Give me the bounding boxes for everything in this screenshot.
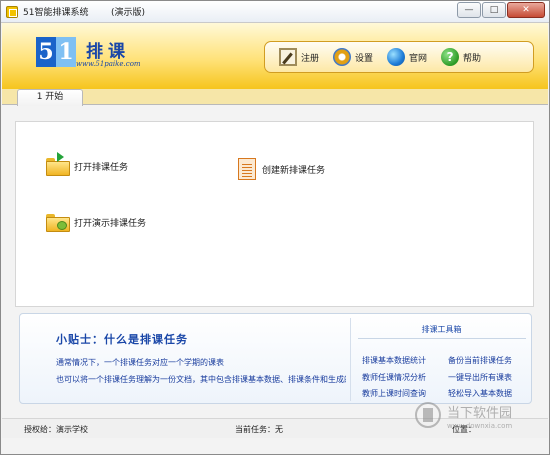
question-icon: ? [441, 48, 460, 66]
tab-start[interactable]: 1 开始 [17, 89, 83, 106]
app-header: 5 1 排课 www.51paike.com 注册 设置 官网 ? 帮助 [2, 23, 548, 89]
tool-link-teacher-analysis[interactable]: 教师任课情况分析 [362, 372, 426, 383]
tips-line-2: 也可以将一个排课任务理解为一份文档，其中包含排课基本数据、排课条件和生成的 [56, 375, 346, 384]
toolbox-divider [358, 338, 526, 339]
tool-link-export-all[interactable]: 一键导出所有课表 [448, 372, 512, 383]
website-label: 官网 [409, 53, 428, 64]
globe-icon [387, 48, 406, 66]
watermark-text: 当下软件园 [447, 406, 513, 421]
settings-label: 设置 [355, 53, 374, 64]
title-bar: 51智能排课系统 (演示版) — □ ✕ [1, 1, 549, 23]
app-window: 51智能排课系统 (演示版) — □ ✕ 5 1 排课 www.51paike.… [0, 0, 550, 455]
website-button[interactable]: 官网 [387, 43, 427, 71]
minimize-button[interactable]: — [457, 2, 481, 18]
demo-badge-icon [57, 221, 67, 230]
open-task-label: 打开排课任务 [74, 162, 129, 173]
pen-sign-icon [279, 48, 297, 66]
register-label: 注册 [301, 53, 320, 64]
start-panel: 打开排课任务 创建新排课任务 打开演示排课任务 [15, 121, 534, 307]
header-toolbar: 注册 设置 官网 ? 帮助 [264, 41, 534, 73]
new-task-label: 创建新排课任务 [262, 165, 326, 176]
open-demo-label: 打开演示排课任务 [74, 218, 147, 229]
arrow-icon [57, 152, 64, 162]
watermark: 当下软件园 www.downxia.com [413, 396, 539, 436]
tips-line-1: 通常情况下，一个排课任务对应一个学期的课表 [56, 358, 224, 367]
tool-link-backup-task[interactable]: 备份当前排课任务 [448, 355, 512, 366]
tips-title: 小贴士：什么是排课任务 [56, 333, 188, 346]
help-label: 帮助 [463, 53, 482, 64]
folder-open-icon [46, 152, 70, 176]
logo: 5 1 [36, 37, 76, 67]
open-demo-button[interactable]: 打开演示排课任务 [46, 214, 147, 232]
app-icon [6, 6, 18, 18]
status-licensed-to: 授权给：演示学校 [24, 425, 88, 434]
new-task-button[interactable]: 创建新排课任务 [238, 158, 325, 180]
watermark-url: www.downxia.com [447, 422, 513, 430]
status-current-task: 当前任务：无 [235, 425, 283, 434]
window-edition: (演示版) [111, 8, 146, 18]
logo-digit-5: 5 [36, 37, 56, 67]
close-button[interactable]: ✕ [507, 2, 545, 18]
register-button[interactable]: 注册 [279, 43, 319, 71]
help-button[interactable]: ? 帮助 [441, 43, 481, 71]
window-controls: — □ ✕ [457, 2, 545, 18]
tips-panel: 小贴士：什么是排课任务 通常情况下，一个排课任务对应一个学期的课表 也可以将一个… [19, 313, 532, 404]
logo-url: www.51paike.com [76, 60, 141, 68]
tool-link-data-stats[interactable]: 排课基本数据统计 [362, 355, 426, 366]
watermark-logo-icon [415, 402, 441, 428]
toolbox-title: 排课工具箱 [421, 325, 462, 334]
open-task-button[interactable]: 打开排课任务 [46, 152, 129, 176]
gear-icon [333, 48, 352, 66]
tab-bar: 1 开始 [2, 89, 548, 106]
maximize-button[interactable]: □ [482, 2, 506, 18]
settings-button[interactable]: 设置 [333, 43, 373, 71]
logo-digit-1: 1 [56, 37, 76, 67]
document-icon [238, 158, 256, 180]
folder-demo-icon [46, 214, 70, 232]
window-title: 51智能排课系统 [23, 8, 89, 18]
logo-title: 排课 [86, 42, 130, 62]
